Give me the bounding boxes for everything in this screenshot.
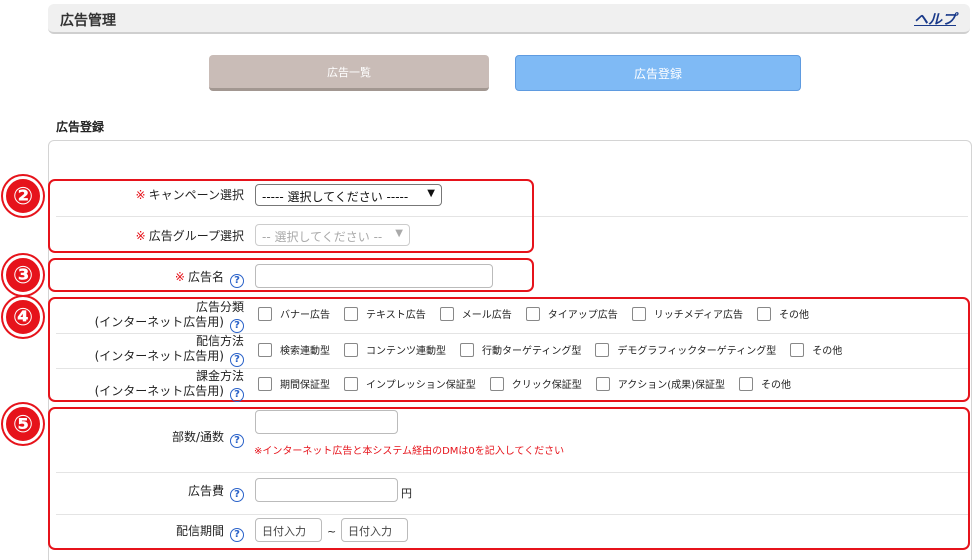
chevron-down-icon: ▼ bbox=[395, 228, 403, 239]
delivery-label: 配信方法 (インターネット広告用)? bbox=[94, 334, 244, 367]
checkbox-mail[interactable]: メール広告 bbox=[439, 306, 512, 321]
checkbox-other[interactable]: その他 bbox=[757, 306, 809, 321]
checkbox-demographic[interactable]: デモグラフィックターゲティング型 bbox=[595, 342, 776, 357]
help-icon[interactable]: ? bbox=[230, 319, 244, 333]
chevron-down-icon: ▼ bbox=[427, 188, 435, 199]
category-label: 広告分類 (インターネット広告用)? bbox=[94, 300, 244, 333]
checkbox-tieup[interactable]: タイアップ広告 bbox=[525, 306, 618, 321]
help-icon[interactable]: ? bbox=[230, 353, 244, 367]
header-bar: 広告管理 ヘルプ bbox=[48, 4, 970, 34]
marker-4: ④ bbox=[3, 297, 43, 337]
checkbox-richmedia[interactable]: リッチメディア広告 bbox=[631, 306, 743, 321]
marker-5: ⑤ bbox=[3, 404, 43, 444]
marker-2: ② bbox=[3, 176, 43, 216]
tab-ad-register[interactable]: 広告登録 bbox=[515, 55, 801, 91]
checkbox-banner[interactable]: バナー広告 bbox=[258, 306, 330, 321]
campaign-select[interactable]: ----- 選択してください ----- ▼ bbox=[255, 184, 442, 206]
marker-3: ③ bbox=[3, 255, 43, 295]
help-link[interactable]: ヘルプ bbox=[914, 9, 956, 29]
checkbox-impression[interactable]: インプレッション保証型 bbox=[344, 376, 476, 391]
checkbox-content[interactable]: コンテンツ連動型 bbox=[344, 342, 446, 357]
end-date-input[interactable]: 日付入力 bbox=[341, 518, 408, 542]
help-icon[interactable]: ? bbox=[230, 528, 244, 542]
checkbox-action[interactable]: アクション(成果)保証型 bbox=[595, 376, 725, 391]
help-icon[interactable]: ? bbox=[230, 488, 244, 502]
cost-label: 広告費? bbox=[188, 484, 244, 502]
help-icon[interactable]: ? bbox=[230, 388, 244, 402]
cost-input[interactable] bbox=[255, 478, 398, 502]
billing-label: 課金方法 (インターネット広告用)? bbox=[94, 369, 244, 402]
required-mark: ※ bbox=[135, 188, 146, 202]
help-icon[interactable]: ? bbox=[230, 274, 244, 288]
help-icon[interactable]: ? bbox=[230, 434, 244, 448]
required-mark: ※ bbox=[174, 270, 185, 284]
copies-note: ※インターネット広告と本システム経由のDMは0を記入してください bbox=[254, 446, 565, 457]
billing-options: 期間保証型 インプレッション保証型 クリック保証型 アクション(成果)保証型 そ… bbox=[258, 376, 805, 391]
page-title: 広告管理 bbox=[60, 13, 116, 29]
period-label: 配信期間? bbox=[176, 524, 244, 542]
checkbox-behavior[interactable]: 行動ターゲティング型 bbox=[460, 342, 581, 357]
copies-label: 部数/通数? bbox=[172, 430, 244, 448]
adname-label: ※ 広告名? bbox=[175, 270, 244, 288]
campaign-label: ※ キャンペーン選択 bbox=[135, 188, 244, 202]
adgroup-label: ※ 広告グループ選択 bbox=[135, 229, 244, 243]
tilde: ~ bbox=[327, 525, 337, 538]
checkbox-click[interactable]: クリック保証型 bbox=[489, 376, 582, 391]
copies-input[interactable] bbox=[255, 410, 398, 434]
required-mark: ※ bbox=[135, 229, 146, 243]
category-options: バナー広告 テキスト広告 メール広告 タイアップ広告 リッチメディア広告 その他 bbox=[258, 306, 823, 321]
delivery-options: 検索連動型 コンテンツ連動型 行動ターゲティング型 デモグラフィックターゲティン… bbox=[258, 342, 856, 357]
adgroup-select[interactable]: -- 選択してください -- ▼ bbox=[255, 224, 410, 246]
checkbox-period[interactable]: 期間保証型 bbox=[258, 376, 330, 391]
checkbox-search[interactable]: 検索連動型 bbox=[258, 342, 330, 357]
checkbox-other[interactable]: その他 bbox=[790, 342, 842, 357]
start-date-input[interactable]: 日付入力 bbox=[255, 518, 322, 542]
cost-unit: 円 bbox=[401, 487, 412, 500]
checkbox-other[interactable]: その他 bbox=[739, 376, 791, 391]
adname-input[interactable] bbox=[255, 264, 493, 288]
tab-ad-list[interactable]: 広告一覧 bbox=[209, 55, 489, 91]
checkbox-text[interactable]: テキスト広告 bbox=[344, 306, 426, 321]
section-title: 広告登録 bbox=[56, 120, 105, 134]
